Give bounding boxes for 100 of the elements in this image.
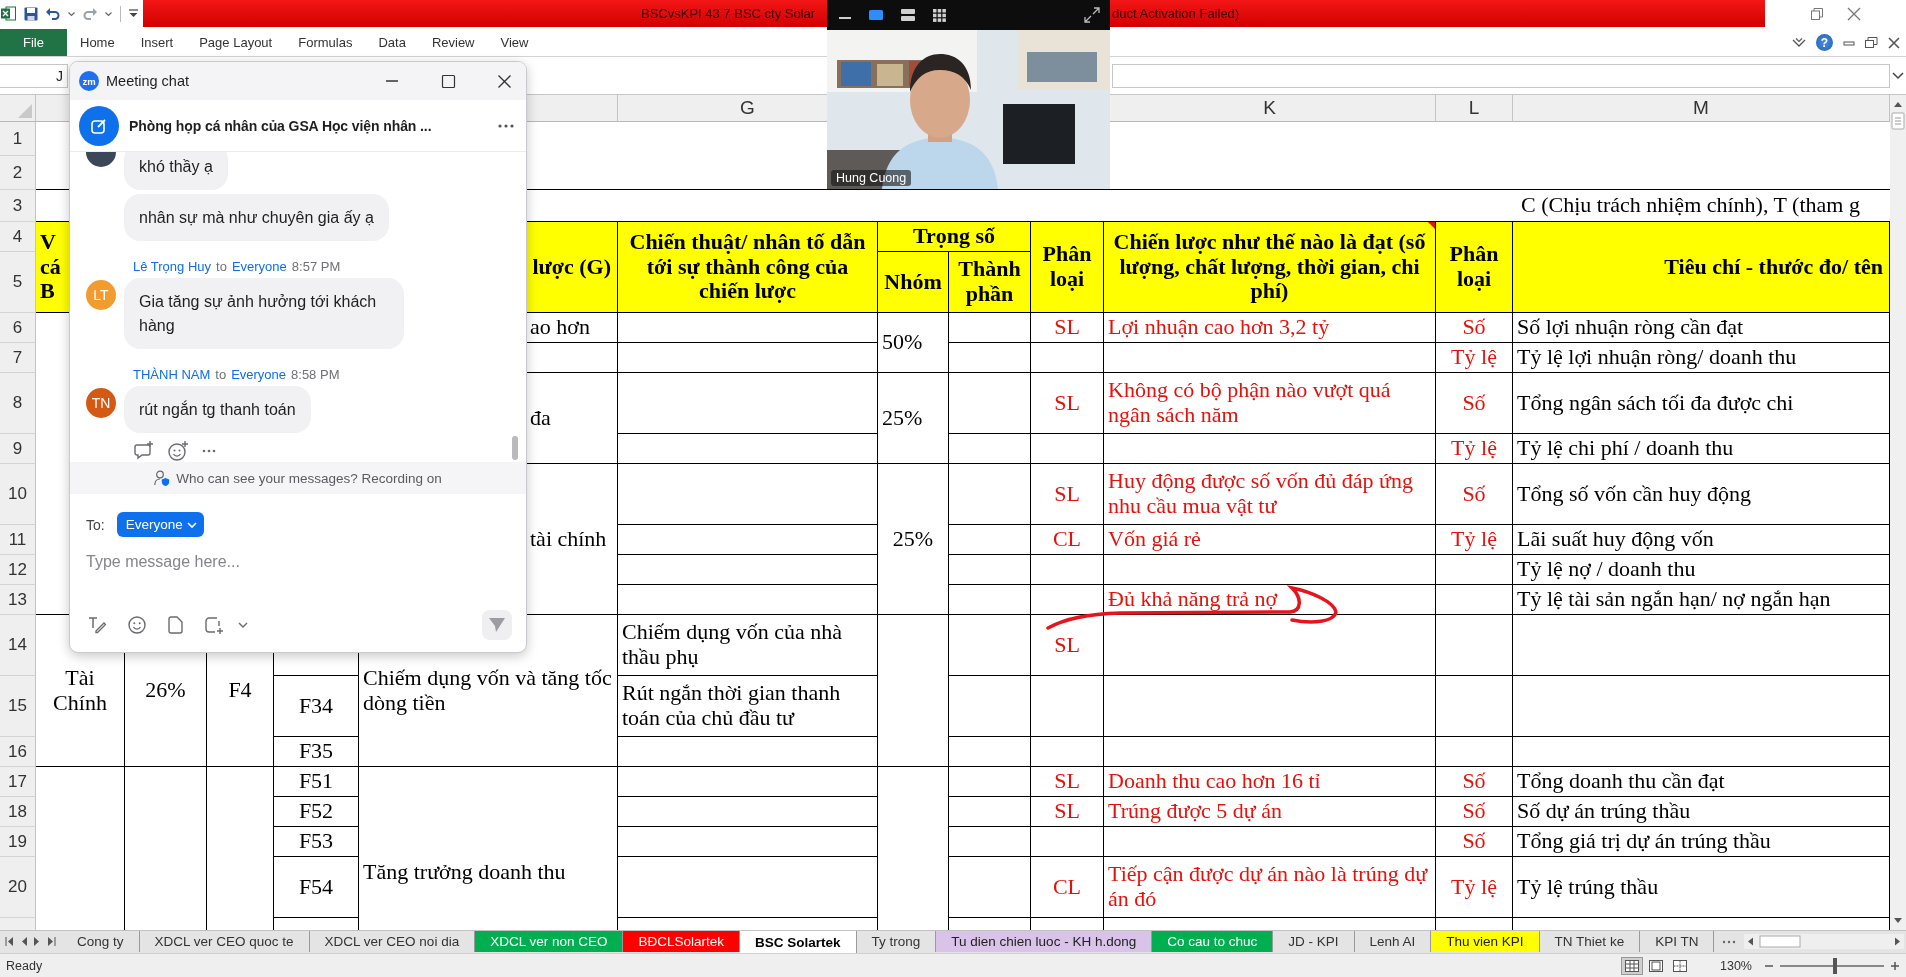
more-icon[interactable] xyxy=(1722,939,1736,944)
ribbon-tab[interactable]: Insert xyxy=(127,29,187,56)
format-icon[interactable] xyxy=(88,616,106,634)
first-sheet-icon[interactable] xyxy=(5,937,14,946)
row-header[interactable]: 2 xyxy=(0,156,36,190)
row-header[interactable]: 1 xyxy=(0,122,36,156)
header-cell: Chiến lược như thế nào là đạt (số lượng, chất lượng, thời gian, chi phí) xyxy=(1104,222,1436,313)
add-reaction-icon[interactable] xyxy=(168,441,188,461)
name-box[interactable]: J xyxy=(0,63,68,88)
reply-icon[interactable] xyxy=(134,441,154,461)
row-header[interactable]: 3 xyxy=(0,190,36,222)
row-header[interactable]: 16 xyxy=(0,737,36,767)
header-cell: Phân loại xyxy=(1436,222,1513,313)
emoji-icon[interactable] xyxy=(128,616,146,634)
restore-icon[interactable] xyxy=(1865,36,1878,49)
sheet-tab[interactable]: BSC Solartek xyxy=(740,931,857,953)
column-header[interactable]: L xyxy=(1436,95,1513,122)
screenshot-icon[interactable] xyxy=(205,616,224,634)
avatar: TN xyxy=(86,387,116,418)
row-header[interactable]: 19 xyxy=(0,827,36,857)
expand-icon[interactable] xyxy=(1890,70,1906,81)
row-header[interactable]: 13 xyxy=(0,585,36,615)
more-icon[interactable] xyxy=(202,449,216,453)
view-button[interactable] xyxy=(1646,957,1666,974)
send-button[interactable] xyxy=(482,610,512,640)
column-header[interactable]: M xyxy=(1513,95,1890,122)
header-cell: Phân loại xyxy=(1031,222,1104,313)
window-title: BSCvsKPI 43 7 BSC cty Solar xyxy=(641,6,816,21)
row-header[interactable]: 14 xyxy=(0,615,36,676)
ribbon-tab[interactable]: Home xyxy=(67,29,128,56)
undo-icon[interactable] xyxy=(46,6,60,21)
window-title: duct Activation Failed) xyxy=(1112,6,1240,21)
row-header[interactable]: 12 xyxy=(0,555,36,585)
view-button[interactable] xyxy=(1670,957,1690,974)
table-cell: F35 xyxy=(274,737,359,767)
scrollbar[interactable] xyxy=(512,436,518,460)
maximize-icon[interactable] xyxy=(442,74,455,88)
zoom-level[interactable]: 130% xyxy=(1720,958,1752,973)
save-icon[interactable] xyxy=(24,6,38,21)
caret-down-icon[interactable] xyxy=(105,10,112,17)
row-header[interactable]: 7 xyxy=(0,343,36,373)
file-tab[interactable]: File xyxy=(0,29,67,56)
more-icon[interactable] xyxy=(498,123,514,128)
header-cell: Tiêu chí - thước đo/ tên xyxy=(1513,222,1890,313)
row-header[interactable]: 18 xyxy=(0,797,36,827)
row-header[interactable]: 11 xyxy=(0,525,36,555)
row-header[interactable]: 15 xyxy=(0,676,36,737)
stacked-view-icon[interactable] xyxy=(901,9,915,21)
table-cell: Tỷ lệ lợi nhuận ròng/ doanh thu xyxy=(1513,343,1890,373)
sender-name: THÀNH NAM xyxy=(133,366,211,382)
last-sheet-icon[interactable] xyxy=(47,937,56,946)
table-cell: Trúng được 5 dự án xyxy=(1104,797,1436,827)
redo-icon[interactable] xyxy=(83,6,97,21)
sheet-tab[interactable]: Tu dien chien luoc - KH h.dong xyxy=(936,931,1153,952)
view-button[interactable] xyxy=(1622,957,1642,974)
row-header[interactable]: 5 xyxy=(0,252,36,313)
recipient-name: Everyone xyxy=(231,366,287,382)
formula-input[interactable] xyxy=(1112,63,1890,88)
row-header[interactable]: 20 xyxy=(0,857,36,918)
left-arrow-icon[interactable] xyxy=(21,937,27,946)
close-icon[interactable] xyxy=(1888,36,1900,49)
row-header[interactable]: 6 xyxy=(0,313,36,343)
recipient-dropdown[interactable]: Everyone xyxy=(116,512,204,537)
restore-icon[interactable] xyxy=(1811,7,1823,20)
help-button[interactable]: ? xyxy=(1816,34,1833,51)
close-icon[interactable] xyxy=(498,74,511,88)
to-text: to xyxy=(215,366,227,382)
row-header[interactable]: 9 xyxy=(0,434,36,464)
header-cell: Thành phần xyxy=(949,252,1031,313)
table-cell: CL xyxy=(1031,525,1104,555)
row-header[interactable]: 4 xyxy=(0,222,36,252)
expand-icon[interactable] xyxy=(1084,7,1100,23)
row-header[interactable]: 17 xyxy=(0,767,36,797)
collapse-ribbon-icon[interactable] xyxy=(1792,36,1806,49)
header-cell: Nhóm xyxy=(878,252,949,313)
edit-button[interactable] xyxy=(79,105,119,146)
row-header[interactable]: 10 xyxy=(0,464,36,525)
table-cell: Số lợi nhuận ròng cần đạt xyxy=(1513,313,1890,343)
zoom-in-icon[interactable] xyxy=(1890,960,1900,971)
header-cell: Chiến thuật/ nhân tố dẫn tới sự thành công của chiến lược xyxy=(618,222,878,313)
table-cell: Số xyxy=(1436,767,1513,797)
avatar: LT xyxy=(86,280,116,311)
horizontal-scrollbar[interactable] xyxy=(1744,934,1904,949)
chevron-down-icon[interactable] xyxy=(238,622,248,628)
table-cell: Doanh thu cao hơn 16 tỉ xyxy=(1104,767,1436,797)
ribbon-tab[interactable]: View xyxy=(487,29,542,56)
ribbon-tab[interactable]: Formulas xyxy=(285,29,366,56)
ribbon-tab[interactable]: Data xyxy=(365,29,419,56)
customize-icon[interactable] xyxy=(129,9,138,18)
grid-view-icon[interactable] xyxy=(933,8,946,22)
sheet-tab[interactable]: BĐCLSolartek xyxy=(623,931,740,952)
row-header[interactable]: 8 xyxy=(0,373,36,434)
sheet-tab[interactable]: Thu vien KPI xyxy=(1431,931,1540,952)
file-icon[interactable] xyxy=(168,616,183,634)
caret-down-icon[interactable] xyxy=(68,10,75,17)
vertical-scrollbar[interactable] xyxy=(1890,95,1906,930)
ribbon-tab[interactable]: Page Layout xyxy=(186,29,286,56)
slider-thumb[interactable] xyxy=(1833,957,1838,974)
right-arrow-icon[interactable] xyxy=(34,937,40,946)
ribbon-tab[interactable]: Review xyxy=(418,29,488,56)
